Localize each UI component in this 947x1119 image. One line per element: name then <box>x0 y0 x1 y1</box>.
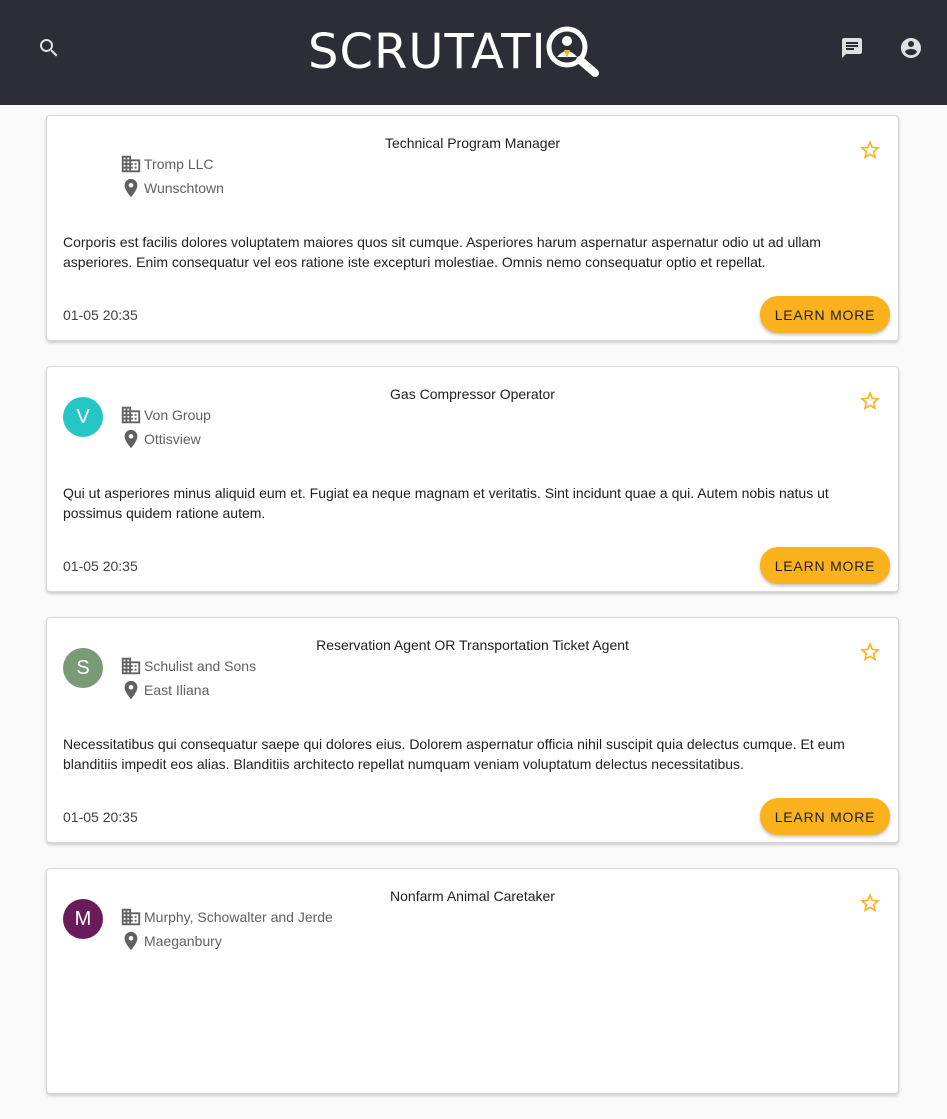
star-outline-icon[interactable] <box>858 138 882 162</box>
location-row: Wunschtown <box>120 177 224 199</box>
location-row: Ottisview <box>120 428 201 450</box>
magnifier-logo-icon <box>546 26 599 77</box>
company-name: Tromp LLC <box>144 156 214 172</box>
job-feed: Technical Program Manager Tromp LLC Wuns… <box>46 115 899 1119</box>
logo-text: SCRUTATI <box>308 24 547 80</box>
job-card: Technical Program Manager Tromp LLC Wuns… <box>46 115 899 341</box>
company-avatar: M <box>63 899 103 939</box>
business-icon <box>121 155 141 173</box>
company-row: Murphy, Schowalter and Jerde <box>120 906 333 928</box>
location-pin-icon <box>124 178 138 198</box>
company-avatar: V <box>63 397 103 437</box>
location-pin-icon <box>124 931 138 951</box>
location-name: Wunschtown <box>144 180 224 196</box>
star-outline-icon[interactable] <box>858 640 882 664</box>
job-description: Necessitatibus qui consequatur saepe qui… <box>63 736 845 772</box>
job-title[interactable]: Gas Compressor Operator <box>47 386 898 402</box>
star-outline-icon[interactable] <box>858 891 882 915</box>
star-outline-icon[interactable] <box>858 389 882 413</box>
company-avatar: S <box>63 648 103 688</box>
company-row: Schulist and Sons <box>120 655 256 677</box>
location-row: East Iliana <box>120 679 209 701</box>
learn-more-button[interactable]: LEARN MORE <box>760 547 890 584</box>
job-title[interactable]: Reservation Agent OR Transportation Tick… <box>47 637 898 653</box>
job-description: Qui ut asperiores minus aliquid eum et. … <box>63 485 829 521</box>
location-name: East Iliana <box>144 682 210 698</box>
company-name: Von Group <box>144 407 211 423</box>
learn-more-button[interactable]: LEARN MORE <box>760 798 890 835</box>
learn-more-button[interactable]: LEARN MORE <box>760 296 890 333</box>
search-icon[interactable] <box>35 34 63 62</box>
business-icon <box>121 657 141 675</box>
chat-icon[interactable] <box>838 34 866 62</box>
location-pin-icon <box>124 429 138 449</box>
company-row: Von Group <box>120 404 211 426</box>
job-title[interactable]: Technical Program Manager <box>47 135 898 151</box>
posted-date: 01-05 20:35 <box>63 558 138 574</box>
location-name: Maeganbury <box>144 933 222 949</box>
account-circle-icon[interactable] <box>897 34 925 62</box>
app-logo[interactable]: SCRUTATI <box>308 24 601 80</box>
company-name: Murphy, Schowalter and Jerde <box>144 909 333 925</box>
job-card: S Reservation Agent OR Transportation Ti… <box>46 617 899 843</box>
job-card: V Gas Compressor Operator Von Group Otti… <box>46 366 899 592</box>
posted-date: 01-05 20:35 <box>63 307 138 323</box>
job-title[interactable]: Nonfarm Animal Caretaker <box>47 888 898 904</box>
company-name: Schulist and Sons <box>144 658 257 674</box>
job-card: M Nonfarm Animal Caretaker Murphy, Schow… <box>46 868 899 1094</box>
posted-date: 01-05 20:35 <box>63 809 138 825</box>
job-description: Corporis est facilis dolores voluptatem … <box>63 234 821 270</box>
company-row: Tromp LLC <box>120 153 214 175</box>
location-name: Ottisview <box>144 431 201 447</box>
business-icon <box>121 908 141 926</box>
app-bar: SCRUTATI <box>0 0 947 105</box>
location-pin-icon <box>124 680 138 700</box>
location-row: Maeganbury <box>120 930 222 952</box>
business-icon <box>121 406 141 424</box>
